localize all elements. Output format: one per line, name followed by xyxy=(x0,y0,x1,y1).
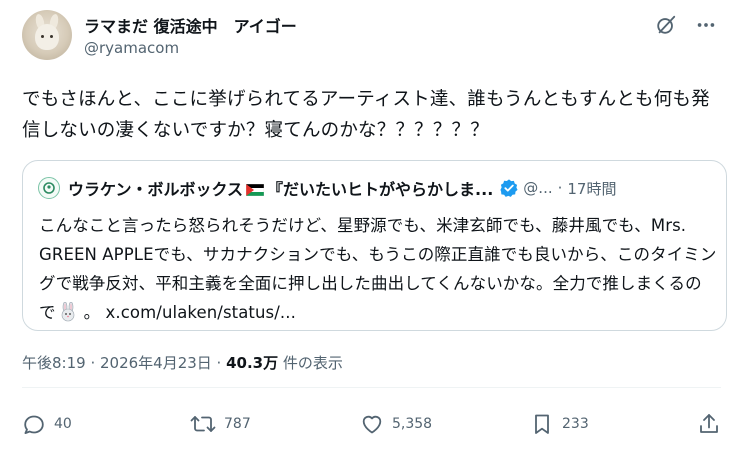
avatar[interactable] xyxy=(22,10,72,60)
quoted-author-name-part2: 『だいたいヒトがやらかしま... xyxy=(267,180,494,199)
quoted-link[interactable]: 。 x.com/ulaken/status/... xyxy=(84,303,296,322)
bookmark-button[interactable]: 233 xyxy=(530,412,589,436)
quoted-avatar[interactable] xyxy=(38,177,60,199)
bookmark-icon xyxy=(535,414,549,434)
author-handle[interactable]: @ryamacom xyxy=(84,39,179,57)
quoted-tweet-text: こんなこと言ったら怒られそうだけど、星野源でも、米津玄師でも、藤井風でも、Mrs… xyxy=(39,211,717,327)
divider xyxy=(22,387,721,388)
retweet-icon xyxy=(190,416,216,432)
post-time[interactable]: 午後8:19 · 2026年4月23日 · xyxy=(22,354,226,372)
quoted-time[interactable]: 17時間 xyxy=(567,178,616,199)
like-icon xyxy=(362,415,382,434)
top-actions xyxy=(651,10,721,40)
action-bar: 40 787 5,358 233 xyxy=(22,412,721,440)
more-icon[interactable] xyxy=(691,10,721,40)
view-count: 40.3万 xyxy=(226,354,279,372)
reply-count: 40 xyxy=(54,416,72,432)
share-button[interactable] xyxy=(697,412,721,436)
quoted-author-name-part1: ウラケン・ボルボックス xyxy=(68,180,244,199)
author-display-name[interactable]: ラマまだ 復活途中 アイゴー xyxy=(84,13,297,37)
quoted-author-name[interactable]: ウラケン・ボルボックス 『だいたいヒトがやらかしま... xyxy=(68,176,493,200)
rabbit-emoji-icon xyxy=(61,302,74,322)
reply-icon xyxy=(24,415,44,434)
share-icon xyxy=(700,414,718,433)
retweet-button[interactable]: 787 xyxy=(190,412,251,436)
tweet-timestamp: 午後8:19 · 2026年4月23日 · 40.3万 件の表示 xyxy=(22,352,343,373)
quoted-tweet-header: ウラケン・ボルボックス 『だいたいヒトがやらかしま... @... · 17時間 xyxy=(38,176,716,200)
like-button[interactable]: 5,358 xyxy=(360,412,432,436)
like-count: 5,358 xyxy=(392,416,433,432)
grok-icon[interactable] xyxy=(651,10,681,40)
quoted-tweet[interactable]: ウラケン・ボルボックス 『だいたいヒトがやらかしま... @... · 17時間 … xyxy=(22,160,727,331)
bookmark-count: 233 xyxy=(562,416,589,432)
retweet-count: 787 xyxy=(224,416,251,432)
tweet-text: でもさほんと、ここに挙げられてるアーティスト達、誰もうんともすんとも何も発信しな… xyxy=(22,89,710,141)
view-label: 件の表示 xyxy=(278,354,343,372)
reply-button[interactable]: 40 xyxy=(22,412,72,436)
meta-separator: · xyxy=(557,179,563,197)
quoted-author-handle[interactable]: @... xyxy=(523,179,552,197)
palestine-flag-icon xyxy=(246,184,265,196)
verified-icon xyxy=(500,179,518,197)
